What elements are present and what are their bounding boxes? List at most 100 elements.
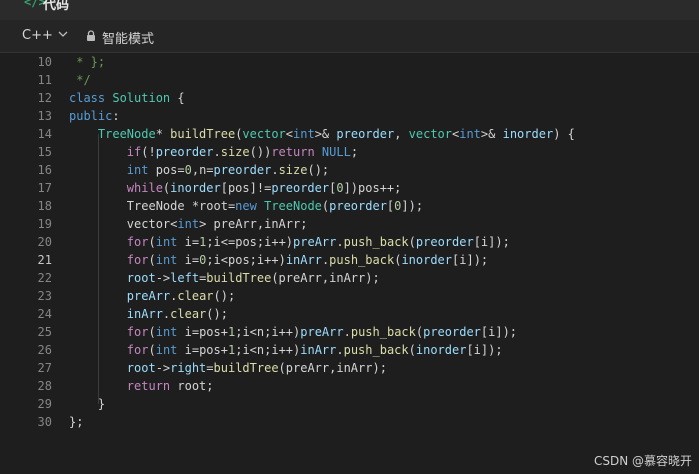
code-line[interactable]: 14 TreeNode* buildTree(vector<int>& preo… (0, 125, 699, 143)
line-number: 10 (37, 55, 52, 69)
code-token: ;i<n;i++) (235, 325, 301, 339)
code-line[interactable]: 25 for(int i=pos+1;i<n;i++)preArr.push_b… (0, 323, 699, 341)
editor-toolbar: C++ 智能模式 (0, 20, 699, 53)
code-text: TreeNode* buildTree(vector<int>& preorde… (69, 125, 575, 143)
code-token: preorder (423, 325, 481, 339)
code-token: * }; (69, 55, 106, 69)
code-token: int (459, 127, 481, 141)
code-token: right (170, 361, 207, 375)
code-token: ( (408, 235, 416, 249)
code-line[interactable]: 18 TreeNode *root=new TreeNode(preorder[… (0, 197, 699, 215)
language-select[interactable]: C++ (22, 28, 53, 43)
code-token: preArr (126, 289, 171, 303)
code-line[interactable]: 30}; (0, 413, 699, 431)
code-text: }; (69, 413, 83, 431)
code-token: ( (148, 325, 156, 339)
code-token: : (112, 109, 120, 123)
code-token: push_back (350, 325, 416, 339)
code-token: push_back (343, 343, 409, 357)
line-number: 18 (37, 199, 52, 213)
code-text: } (69, 395, 105, 413)
code-token: preArr (300, 325, 344, 339)
code-line[interactable]: 28 return root; (0, 377, 699, 395)
line-number: 22 (37, 271, 52, 285)
code-line[interactable]: 10 * }; (0, 53, 699, 71)
code-text: return root; (69, 377, 214, 395)
code-editor[interactable]: 10 * }; 11 */12 class Solution {13 public: 1… (0, 53, 699, 474)
code-text: vector<int> preArr,inArr; (69, 215, 308, 233)
watermark: CSDN @慕容晓开 (594, 454, 693, 468)
code-token: int (155, 325, 178, 339)
code-line[interactable]: 20 for(int i=1;i<=pos;i++)preArr.push_ba… (0, 233, 699, 251)
code-token: preorder (336, 127, 395, 141)
code-line[interactable]: 15 if(!preorder.size())return NULL; (0, 143, 699, 161)
line-number: 19 (37, 217, 52, 231)
code-token: (); (307, 163, 330, 177)
code-token: inArr (126, 307, 163, 321)
panel-title: 代码 (43, 0, 70, 13)
code-token: vector (126, 217, 171, 231)
code-token: int (293, 127, 315, 141)
code-token: new (235, 199, 257, 213)
code-text: for(int i=0;i<pos;i++)inArr.push_back(in… (69, 251, 488, 269)
code-token: inorder (170, 181, 221, 195)
code-token: *root= (184, 199, 236, 213)
code-line[interactable]: 27 root->right=buildTree(preArr,inArr); (0, 359, 699, 377)
chevron-down-icon[interactable] (58, 29, 68, 39)
code-token: TreeNode (97, 127, 156, 141)
code-token: (); (213, 289, 236, 303)
code-token: i=pos+ (177, 325, 228, 339)
code-token: clear (177, 289, 214, 303)
code-token: size (278, 163, 308, 177)
code-token: int (155, 235, 178, 249)
title-bar: </> 代码 (0, 0, 699, 20)
code-text: preArr.clear(); (69, 287, 235, 305)
code-token: buildTree (206, 271, 272, 285)
code-line[interactable]: 13 public: (0, 107, 699, 125)
line-number: 15 (37, 145, 52, 159)
code-token: >& (480, 127, 503, 141)
code-token: (); (206, 307, 228, 321)
code-token: for (126, 325, 149, 339)
code-line[interactable]: 26 for(int i=pos+1;i<n;i++)inArr.push_ba… (0, 341, 699, 359)
code-line[interactable]: 11 */ (0, 71, 699, 89)
code-line[interactable]: 24 inArr.clear(); (0, 305, 699, 323)
code-line[interactable]: 12 class Solution { (0, 89, 699, 107)
code-token: [i]); (480, 325, 518, 339)
code-token: * (155, 127, 171, 141)
code-line[interactable]: 29 } (0, 395, 699, 413)
code-token: root (126, 271, 156, 285)
code-token: for (126, 235, 149, 249)
code-text: for(int i=pos+1;i<n;i++)preArr.push_back… (69, 323, 517, 341)
code-line[interactable]: 19 vector<int> preArr,inArr; (0, 215, 699, 233)
code-token: ()) (249, 145, 272, 159)
code-text: inArr.clear(); (69, 305, 228, 323)
code-token: ( (148, 253, 156, 267)
code-token: vector (242, 127, 286, 141)
code-token: -> (155, 271, 171, 285)
code-token: */ (69, 73, 91, 87)
code-text: TreeNode *root=new TreeNode(preorder[0])… (69, 197, 423, 215)
code-line[interactable]: 21 for(int i=0;i<pos;i++)inArr.push_back… (0, 251, 699, 269)
code-line[interactable]: 23 preArr.clear(); (0, 287, 699, 305)
code-line[interactable]: 17 while(inorder[pos]!=preorder[0])pos++… (0, 179, 699, 197)
code-line[interactable]: 16 int pos=0,n=preorder.size(); (0, 161, 699, 179)
code-token: . (343, 325, 351, 339)
code-token: ) { (553, 127, 575, 141)
code-token: class (69, 91, 113, 105)
code-line[interactable]: 22 root->left=buildTree(preArr,inArr); (0, 269, 699, 287)
code-token: -> (155, 361, 171, 375)
line-number: 26 (37, 343, 52, 357)
smart-mode-toggle[interactable]: 智能模式 (102, 28, 154, 47)
code-token: 0 (336, 181, 344, 195)
code-token: [i]); (466, 343, 503, 357)
code-token: < (285, 127, 294, 141)
line-number: 29 (37, 397, 52, 411)
